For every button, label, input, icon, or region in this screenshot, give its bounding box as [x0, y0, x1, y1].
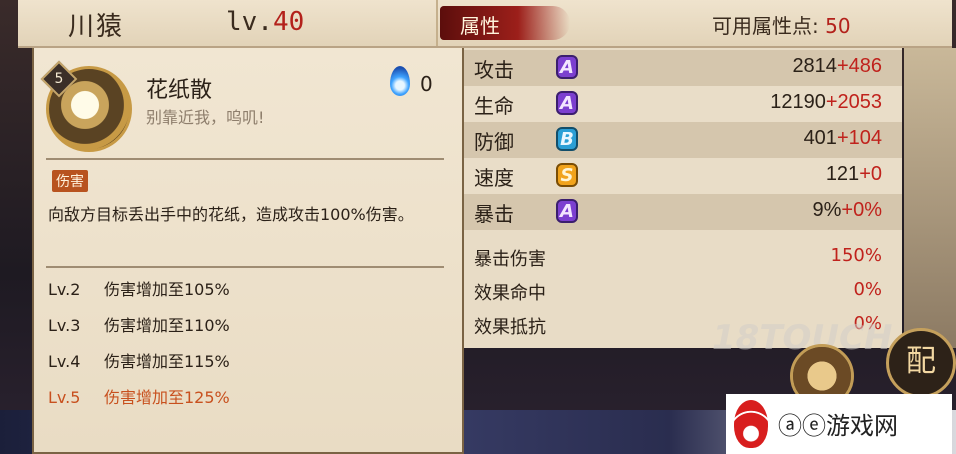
stat-value: 401+104 — [803, 127, 882, 149]
flame-logo-icon — [734, 400, 768, 448]
skill-description: 向敌方目标丢出手中的花纸，造成攻击100%伤害。 — [48, 205, 414, 224]
skill-name: 花纸散 — [146, 78, 213, 103]
grade-badge-icon: B — [556, 127, 578, 151]
character-name: 川猿 — [68, 12, 125, 42]
stat-row-attack: 攻击 A 2814+486 — [462, 50, 902, 86]
stat-row-crit: 暴击 A 9%+0% — [462, 194, 902, 230]
site-logo: ⓐⓔ游戏网 — [726, 394, 952, 454]
stat-row-defense: 防御 B 401+104 — [462, 122, 902, 158]
stat-value: 9%+0% — [812, 199, 883, 221]
grade-badge-icon: A — [556, 199, 578, 223]
skill-level-row: Lv.4 伤害增加至115% — [48, 352, 230, 371]
stat-row-hp: 生命 A 12190+2053 — [462, 86, 902, 122]
tab-attributes-label: 属性 — [460, 14, 500, 38]
divider — [46, 266, 444, 268]
skill-level-row: Lv.3 伤害增加至110% — [48, 316, 230, 335]
sub-stat-crit-damage: 暴击伤害 150% — [474, 245, 882, 270]
free-attribute-points: 可用属性点: 50 — [712, 14, 851, 38]
skill-tag-damage: 伤害 — [52, 170, 88, 192]
skill-level-row-current: Lv.5 伤害增加至125% — [48, 388, 230, 407]
sub-stat-effect-hit: 效果命中 0% — [474, 279, 882, 304]
divider — [46, 158, 444, 160]
soul-fire-icon — [390, 66, 410, 96]
character-level: lv.40 — [226, 7, 305, 37]
tab-attributes[interactable]: 属性 — [440, 6, 570, 40]
grade-badge-icon: S — [556, 163, 578, 187]
character-name-box: 川猿 lv.40 — [48, 0, 438, 46]
stat-value: 2814+486 — [792, 55, 882, 77]
stat-row-speed: 速度 S 121+0 — [462, 158, 902, 194]
grade-badge-icon: A — [556, 55, 578, 79]
side-ornament — [904, 48, 956, 348]
logo-text: ⓐⓔ游戏网 — [778, 412, 898, 440]
skill-quote: 别靠近我，呜叽! — [146, 108, 265, 127]
stat-value: 12190+2053 — [770, 91, 882, 113]
grade-badge-icon: A — [556, 91, 578, 115]
soul-fire-cost: 0 — [420, 72, 433, 96]
stat-value: 121+0 — [825, 163, 882, 185]
free-points-value: 50 — [825, 14, 851, 38]
config-button[interactable]: 配 — [886, 328, 956, 398]
skill-level-row: Lv.2 伤害增加至105% — [48, 280, 230, 299]
